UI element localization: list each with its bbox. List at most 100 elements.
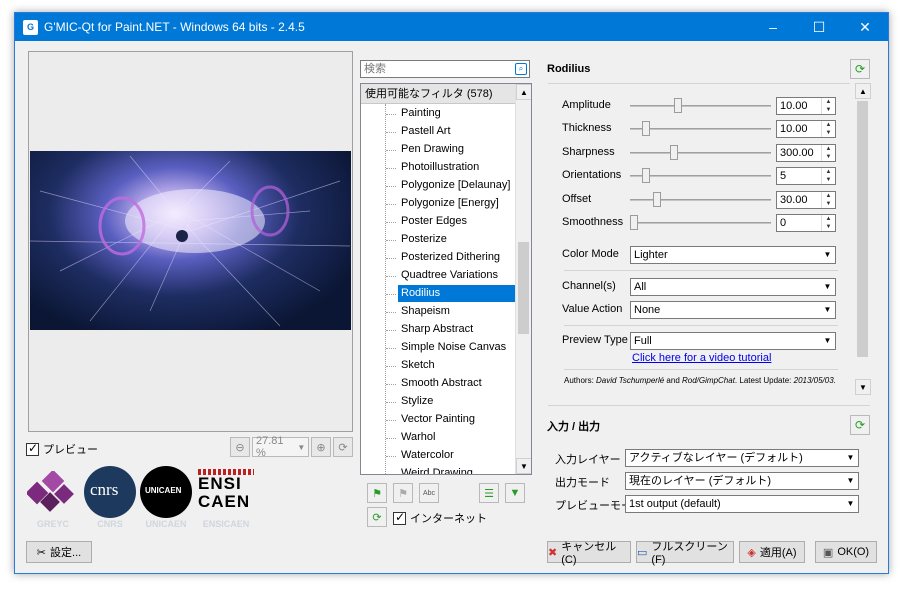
filter-search-input[interactable]: 検索 ⌕ (360, 60, 530, 78)
params-scroll-down-icon[interactable]: ▼ (855, 379, 871, 395)
preview-type-select[interactable]: Full ▼ (630, 332, 836, 350)
add-favorite-icon[interactable]: ⚑ (367, 483, 387, 503)
param-value-spinbox[interactable]: 5 ▲ ▼ (776, 167, 836, 186)
param-value-spinbox[interactable]: 10.00 ▲ ▼ (776, 97, 836, 115)
filter-item[interactable]: Pastell Art (398, 123, 516, 140)
input-layer-select[interactable]: アクティブなレイヤー (デフォルト) ▼ (625, 449, 859, 467)
maximize-button[interactable]: ☐ (796, 13, 842, 41)
filter-tree[interactable]: 使用可能なフィルタ (578) Painting Pastell Art Pen D… (360, 83, 532, 475)
filter-tree-scrollbar[interactable]: ▲ ▼ (515, 84, 531, 474)
filter-item[interactable]: Stylize (398, 393, 516, 410)
spin-arrows-icon[interactable]: ▲ ▼ (821, 168, 835, 185)
param-slider-thumb[interactable] (630, 215, 638, 230)
filter-item[interactable]: Polygonize [Energy] (398, 195, 516, 212)
settings-button[interactable]: ✂ 設定... (26, 541, 92, 563)
preview-checkbox[interactable] (26, 441, 39, 456)
filter-item[interactable]: Quadtree Variations (398, 267, 516, 284)
tree-branch-line (386, 438, 396, 439)
cancel-button[interactable]: ✖ キャンセル(C) (547, 541, 631, 566)
param-slider-thumb[interactable] (669, 144, 678, 160)
preview-type-value: Full (634, 335, 652, 347)
scroll-up-icon[interactable]: ▲ (516, 84, 531, 100)
param-slider-thumb[interactable] (673, 98, 682, 113)
apply-button-label: 適用(A) (759, 547, 797, 559)
chevron-down-icon: ▼ (846, 453, 855, 462)
apply-button[interactable]: ◈ 適用(A) (739, 541, 805, 563)
filter-item[interactable]: Pen Drawing (398, 141, 516, 158)
internet-toggle[interactable]: インターネット (393, 510, 487, 526)
tree-branch-line (386, 168, 396, 169)
filter-item[interactable]: Shapeism (398, 303, 516, 320)
video-tutorial-link[interactable]: Click here for a video tutorial (632, 352, 771, 364)
author-1: David Tschumperlé (596, 376, 665, 385)
param-slider-thumb[interactable] (641, 168, 650, 184)
filter-item[interactable]: Sketch (398, 357, 516, 374)
filter-item[interactable]: Watercolor (398, 447, 516, 464)
filter-item[interactable]: Posterized Dithering (398, 249, 516, 266)
reset-params-icon[interactable]: ⟳ (850, 59, 870, 79)
param-slider-track[interactable] (630, 151, 771, 154)
spin-arrows-icon[interactable]: ▲ ▼ (821, 191, 835, 208)
filter-item[interactable]: Rodilius (398, 285, 516, 302)
fullscreen-button[interactable]: ▭ フルスクリーン(F) (636, 541, 734, 566)
reset-io-icon[interactable]: ⟳ (850, 415, 870, 435)
channels-select[interactable]: All ▼ (630, 278, 836, 296)
ok-button[interactable]: ▣ OK(O) (815, 541, 877, 563)
filter-item[interactable]: Smooth Abstract (398, 375, 516, 392)
param-slider-thumb[interactable] (652, 191, 661, 207)
filter-item[interactable]: Posterize (398, 231, 516, 248)
param-slider-thumb[interactable] (641, 121, 650, 137)
filter-item[interactable]: Weird Drawing (398, 465, 516, 474)
preview-canvas[interactable] (28, 51, 353, 432)
minimize-button[interactable]: – (750, 13, 796, 41)
move-down-icon[interactable]: ▼ (505, 483, 525, 503)
spin-arrows-icon[interactable]: ▲ ▼ (821, 98, 835, 114)
preview-checkbox-label: プレビュー (43, 444, 98, 456)
param-value-spinbox[interactable]: 300.00 ▲ ▼ (776, 143, 836, 162)
reset-zoom-icon[interactable]: ⟳ (333, 437, 353, 457)
value-action-select[interactable]: None ▼ (630, 301, 836, 319)
zoom-in-icon[interactable]: ⊕ (311, 437, 331, 457)
preview-image[interactable] (30, 151, 351, 330)
filter-tree-header[interactable]: 使用可能なフィルタ (578) (361, 84, 516, 104)
zoom-out-icon[interactable]: ⊖ (230, 437, 250, 457)
param-slider-track[interactable] (630, 175, 771, 178)
output-mode-select[interactable]: 現在のレイヤー (デフォルト) ▼ (625, 472, 859, 490)
filter-item[interactable]: Poster Edges (398, 213, 516, 230)
filter-item[interactable]: Painting (398, 105, 516, 122)
zoom-combo[interactable]: 27.81 % ▼ (252, 435, 309, 459)
filter-item[interactable]: Simple Noise Canvas (398, 339, 516, 356)
spin-arrows-icon[interactable]: ▲ ▼ (821, 144, 835, 161)
preview-mode-select[interactable]: 1st output (default) ▼ (625, 495, 859, 513)
param-slider-track[interactable] (630, 222, 771, 224)
remove-favorite-icon[interactable]: ⚑ (393, 483, 413, 503)
filter-item[interactable]: Warhol (398, 429, 516, 446)
params-scroll-thumb[interactable] (857, 101, 868, 357)
scroll-down-icon[interactable]: ▼ (516, 458, 531, 474)
param-slider-track[interactable] (630, 198, 771, 201)
color-mode-select[interactable]: Lighter ▼ (630, 246, 836, 264)
filter-item[interactable]: Photoillustration (398, 159, 516, 176)
param-value-spinbox[interactable]: 10.00 ▲ ▼ (776, 120, 836, 139)
param-value-spinbox[interactable]: 30.00 ▲ ▼ (776, 190, 836, 209)
param-slider-track[interactable] (630, 128, 771, 131)
refresh-filters-icon[interactable]: ⟳ (367, 507, 387, 527)
preview-toggle[interactable]: プレビュー (26, 441, 98, 457)
rename-favorite-icon[interactable]: Abc (419, 483, 439, 503)
expand-collapse-icon[interactable]: ☰ (479, 483, 499, 503)
internet-checkbox[interactable] (393, 510, 406, 525)
tree-branch-line (386, 456, 396, 457)
scroll-thumb[interactable] (518, 242, 529, 334)
spin-arrows-icon[interactable]: ▲ ▼ (821, 215, 835, 231)
filter-item[interactable]: Polygonize [Delaunay] (398, 177, 516, 194)
filter-item[interactable]: Sharp Abstract (398, 321, 516, 338)
filter-item[interactable]: Vector Painting (398, 411, 516, 428)
param-slider-track[interactable] (630, 105, 771, 107)
search-icon[interactable]: ⌕ (515, 63, 527, 75)
params-scroll-up-icon[interactable]: ▲ (855, 83, 871, 99)
param-value-spinbox[interactable]: 0 ▲ ▼ (776, 214, 836, 232)
tree-branch-line (386, 330, 396, 331)
spin-arrows-icon[interactable]: ▲ ▼ (821, 121, 835, 138)
close-button[interactable]: ✕ (842, 13, 888, 41)
params-scrollbar[interactable]: ▲ ▼ (855, 83, 871, 395)
